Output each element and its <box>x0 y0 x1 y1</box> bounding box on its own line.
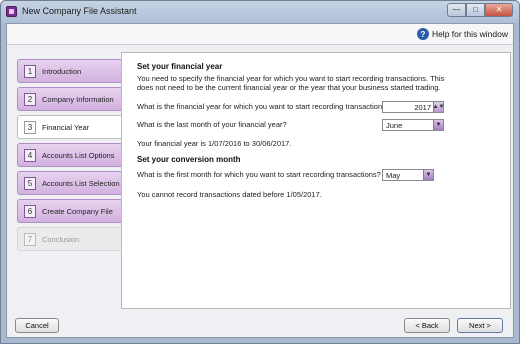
step-financial-year[interactable]: 3 Financial Year <box>17 115 125 139</box>
cancel-button[interactable]: Cancel <box>15 318 59 333</box>
step-label: Create Company File <box>42 206 113 216</box>
step-number: 4 <box>24 148 36 162</box>
help-link[interactable]: ? Help for this window <box>416 28 508 40</box>
step-number: 6 <box>24 204 36 218</box>
step-number: 5 <box>24 176 36 190</box>
assistant-window: New Company File Assistant — □ ✕ ? Help … <box>0 0 520 344</box>
chevron-down-icon: ▼ <box>423 170 433 180</box>
last-month-select[interactable]: June ▼ <box>382 119 444 131</box>
conversion-month-select[interactable]: May ▼ <box>382 169 434 181</box>
conversion-month-question: What is the first month for which you wa… <box>137 170 381 179</box>
financial-year-intro-line2: does not need to be the current financia… <box>137 83 441 92</box>
step-accounts-list-selection[interactable]: 5 Accounts List Selection <box>17 171 123 195</box>
step-company-information[interactable]: 2 Company Information <box>17 87 123 111</box>
financial-year-question: What is the financial year for which you… <box>137 102 391 111</box>
window-client-area: ? Help for this window 1 Introduction 2 … <box>6 23 514 338</box>
last-month-value: June <box>386 121 403 130</box>
financial-year-stepper[interactable]: 2017 ▲▼ <box>382 101 444 113</box>
conversion-note: You cannot record transactions dated bef… <box>137 190 322 199</box>
close-button[interactable]: ✕ <box>485 3 513 17</box>
financial-year-summary: Your financial year is 1/07/2016 to 30/0… <box>137 139 292 148</box>
window-controls: — □ ✕ <box>447 3 513 17</box>
step-label: Conclusion <box>42 234 80 244</box>
step-label: Company Information <box>42 94 114 104</box>
step-introduction[interactable]: 1 Introduction <box>17 59 123 83</box>
conversion-month-heading: Set your conversion month <box>137 155 241 164</box>
help-label: Help for this window <box>431 29 508 39</box>
help-icon: ? <box>416 28 429 40</box>
step-label: Financial Year <box>42 122 90 132</box>
step-number: 3 <box>24 120 36 134</box>
step-accounts-list-options[interactable]: 4 Accounts List Options <box>17 143 123 167</box>
help-bar: ? Help for this window <box>7 24 513 45</box>
step-label: Introduction <box>42 66 82 76</box>
content-panel: Set your financial year You need to spec… <box>121 52 511 309</box>
financial-year-value: 2017 <box>414 103 431 112</box>
window-title: New Company File Assistant <box>22 6 137 16</box>
financial-year-heading: Set your financial year <box>137 62 223 71</box>
conversion-month-value: May <box>386 171 401 180</box>
back-button[interactable]: < Back <box>404 318 450 333</box>
step-number: 1 <box>24 64 36 78</box>
step-label: Accounts List Selection <box>42 178 120 188</box>
spin-arrows-icon[interactable]: ▲▼ <box>433 102 444 112</box>
maximize-button[interactable]: □ <box>466 3 485 17</box>
next-button[interactable]: Next > <box>457 318 503 333</box>
step-conclusion: 7 Conclusion <box>17 227 123 251</box>
step-create-company-file[interactable]: 6 Create Company File <box>17 199 123 223</box>
step-number: 2 <box>24 92 36 106</box>
chevron-down-icon: ▼ <box>433 120 443 130</box>
minimize-button[interactable]: — <box>447 3 466 17</box>
step-label: Accounts List Options <box>42 150 115 160</box>
title-bar[interactable]: New Company File Assistant — □ ✕ <box>1 1 519 23</box>
step-number: 7 <box>24 232 36 246</box>
last-month-question: What is the last month of your financial… <box>137 120 287 129</box>
app-icon <box>6 6 17 17</box>
